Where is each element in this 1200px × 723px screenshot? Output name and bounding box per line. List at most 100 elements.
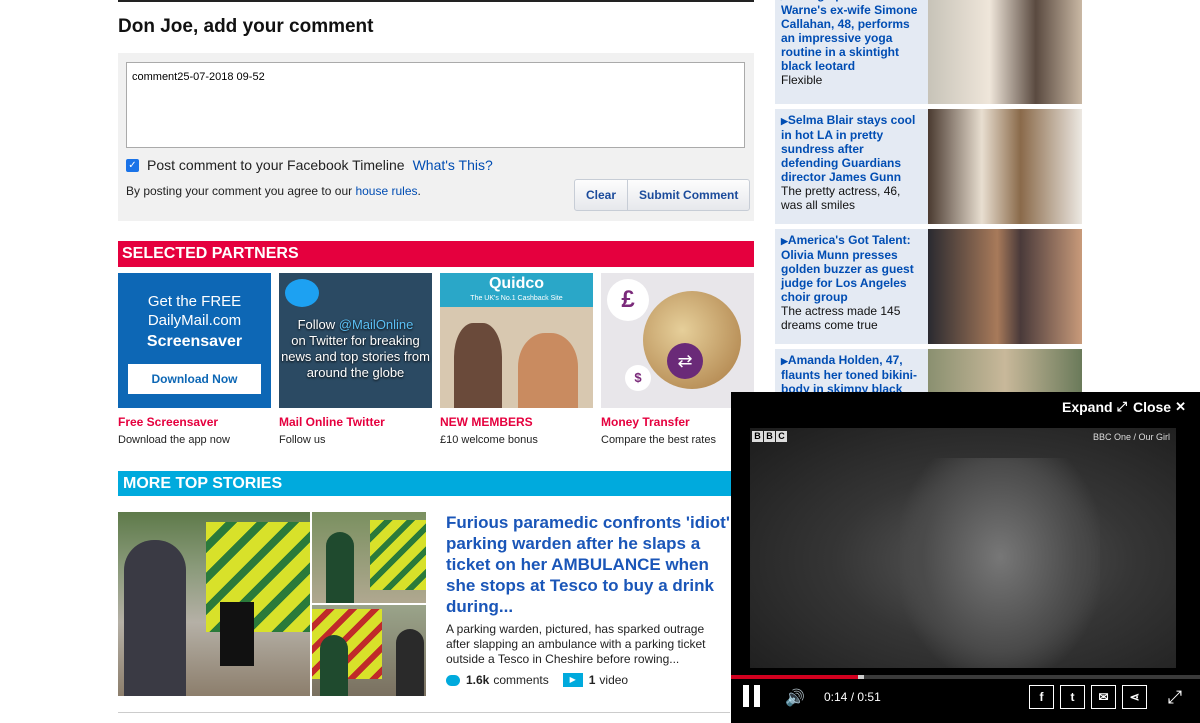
partner-screensaver[interactable]: Get the FREE DailyMail.com Screensaver D… (118, 273, 271, 446)
partner-subtitle: Follow us (279, 434, 326, 446)
divider (118, 712, 730, 713)
promo-follow: Follow (297, 317, 339, 332)
channel-label: BBC One / Our Girl (1092, 432, 1170, 442)
progress-bar[interactable] (731, 675, 1200, 679)
screensaver-promo-image[interactable]: Get the FREE DailyMail.com Screensaver D… (118, 273, 271, 408)
close-icon[interactable]: ✕ (1175, 399, 1186, 415)
logo-letter: B (752, 431, 763, 442)
facebook-label: Post comment to your Facebook Timeline (147, 157, 405, 173)
partner-quidco[interactable]: Quidco The UK's No.1 Cashback Site NEW M… (440, 273, 593, 446)
fullscreen-icon[interactable]: ⤢ (1163, 685, 1187, 709)
email-icon[interactable]: ✉ (1091, 685, 1116, 709)
clear-button[interactable]: Clear (575, 180, 627, 210)
comments-label[interactable]: comments (493, 673, 548, 687)
sidebar-story-text: ▶Rising up! Shane Warne's ex-wife Simone… (781, 0, 921, 87)
pause-button[interactable] (743, 685, 763, 707)
share-icon[interactable]: ⋖ (1122, 685, 1147, 709)
sidebar-story-title[interactable]: ▶Selma Blair stays cool in hot LA in pre… (781, 113, 921, 184)
story-image-secondary[interactable] (312, 605, 426, 696)
sidebar-title-text[interactable]: America's Got Talent: Olivia Munn presse… (781, 233, 914, 304)
rules-suffix: . (417, 184, 421, 198)
story-image-main[interactable] (118, 512, 310, 696)
selected-partners-heading: SELECTED PARTNERS (118, 241, 754, 267)
facebook-post-option: ✓ Post comment to your Facebook Timeline… (126, 157, 493, 173)
video-player: Expand ⤢ Close ✕ B B C BBC One / Our Gir… (731, 392, 1200, 723)
sidebar-story[interactable]: ▶America's Got Talent: Olivia Munn press… (775, 229, 1082, 344)
story-excerpt: A parking warden, pictured, has sparked … (446, 622, 706, 666)
bin-graphic (220, 602, 254, 666)
comments-count[interactable]: 1.6k (466, 673, 489, 687)
comment-bubble-icon (446, 674, 460, 686)
sidebar-thumbnail[interactable] (928, 109, 1082, 224)
partner-title[interactable]: Free Screensaver (118, 415, 271, 429)
sidebar-story-title[interactable]: ▶Amanda Holden, 47, flaunts her toned bi… (781, 353, 921, 396)
quidco-promo-image[interactable]: Quidco The UK's No.1 Cashback Site (440, 273, 593, 408)
twitter-bird-icon (285, 279, 319, 307)
progress-fill (731, 675, 860, 679)
video-frame[interactable]: B B C BBC One / Our Girl (750, 428, 1176, 668)
submit-comment-button[interactable]: Submit Comment (627, 180, 749, 210)
progress-buffer (857, 675, 864, 679)
story-image-secondary[interactable] (312, 512, 426, 603)
volume-icon[interactable]: 🔊 (785, 688, 805, 708)
photo-person (326, 532, 354, 603)
arrow-right-icon: ▶ (781, 356, 788, 366)
comment-form: comment25-07-2018 09-52 ✓ Post comment t… (118, 53, 754, 221)
pause-bar (743, 685, 749, 707)
sidebar-story[interactable]: ▶Selma Blair stays cool in hot LA in pre… (775, 109, 1082, 224)
sidebar-story-subtitle: The actress made 145 dreams come true (781, 304, 901, 332)
twitter-promo-image[interactable]: Follow @MailOnline on Twitter for breaki… (279, 273, 432, 408)
twitter-icon[interactable]: t (1060, 685, 1085, 709)
pause-bar (754, 685, 760, 707)
share-icons: f t ✉ ⋖ (1029, 685, 1147, 709)
sidebar-thumbnail[interactable] (928, 0, 1082, 104)
comment-heading: Don Joe, add your comment (118, 16, 374, 37)
bbc-logo: B B C (752, 431, 787, 442)
whats-this-link[interactable]: What's This? (413, 157, 493, 173)
partner-title[interactable]: Mail Online Twitter (279, 415, 432, 429)
photo-person (454, 323, 502, 408)
story-headline-link[interactable]: Furious paramedic confronts 'idiot' park… (446, 512, 736, 617)
arrow-right-icon: ▶ (781, 236, 788, 246)
story-meta: 1.6k comments ▶ 1 video (446, 673, 628, 687)
sidebar-thumbnail[interactable] (928, 229, 1082, 344)
logo-letter: B (764, 431, 775, 442)
rules-prefix: By posting your comment you agree to our (126, 184, 356, 198)
dollar-icon: $ (625, 365, 651, 391)
sidebar-story-text: ▶America's Got Talent: Olivia Munn press… (781, 233, 921, 332)
sidebar-title-text[interactable]: Selma Blair stays cool in hot LA in pret… (781, 113, 915, 184)
sidebar-title-text[interactable]: Amanda Holden, 47, flaunts her toned bik… (781, 353, 917, 396)
house-rules-notice: By posting your comment you agree to our… (126, 184, 421, 198)
quidco-logo: Quidco The UK's No.1 Cashback Site (440, 273, 593, 307)
house-rules-link[interactable]: house rules (355, 184, 417, 198)
sidebar-story-title[interactable]: ▶Rising up! Shane Warne's ex-wife Simone… (781, 0, 921, 73)
expand-button[interactable]: Expand (1062, 399, 1113, 415)
facebook-icon[interactable]: f (1029, 685, 1054, 709)
ambulance-graphic (370, 520, 426, 590)
photo-person (124, 540, 186, 696)
promo-brand: DailyMail.com (147, 312, 242, 329)
sidebar-story[interactable]: ▶Rising up! Shane Warne's ex-wife Simone… (775, 0, 1082, 104)
player-header: Expand ⤢ Close ✕ (1062, 399, 1192, 415)
quidco-brand: Quidco (488, 275, 545, 292)
comment-textarea[interactable]: comment25-07-2018 09-52 (126, 62, 745, 148)
facebook-checkbox[interactable]: ✓ (126, 158, 139, 172)
photo-person (396, 629, 424, 696)
download-now-button[interactable]: Download Now (128, 364, 261, 394)
time-display: 0:14 / 0:51 (824, 690, 881, 704)
expand-icon[interactable]: ⤢ (1117, 399, 1127, 415)
photo-person (518, 333, 578, 408)
video-still (900, 458, 1100, 668)
photo-person (320, 635, 348, 696)
partner-twitter[interactable]: Follow @MailOnline on Twitter for breaki… (279, 273, 432, 446)
close-button[interactable]: Close (1133, 399, 1171, 415)
money-transfer-promo-image[interactable]: £ ⇄ $ (601, 273, 754, 408)
sidebar-story-subtitle: The pretty actress, 46, was all smiles (781, 184, 901, 212)
comment-buttons: Clear Submit Comment (574, 179, 751, 211)
partner-title[interactable]: NEW MEMBERS (440, 415, 593, 429)
sidebar-story-title[interactable]: ▶America's Got Talent: Olivia Munn press… (781, 233, 921, 304)
quidco-tagline: The UK's No.1 Cashback Site (470, 295, 563, 302)
video-label[interactable]: video (599, 673, 628, 687)
video-count[interactable]: 1 (589, 673, 596, 687)
sidebar-title-text[interactable]: Rising up! Shane Warne's ex-wife Simone … (781, 0, 917, 73)
